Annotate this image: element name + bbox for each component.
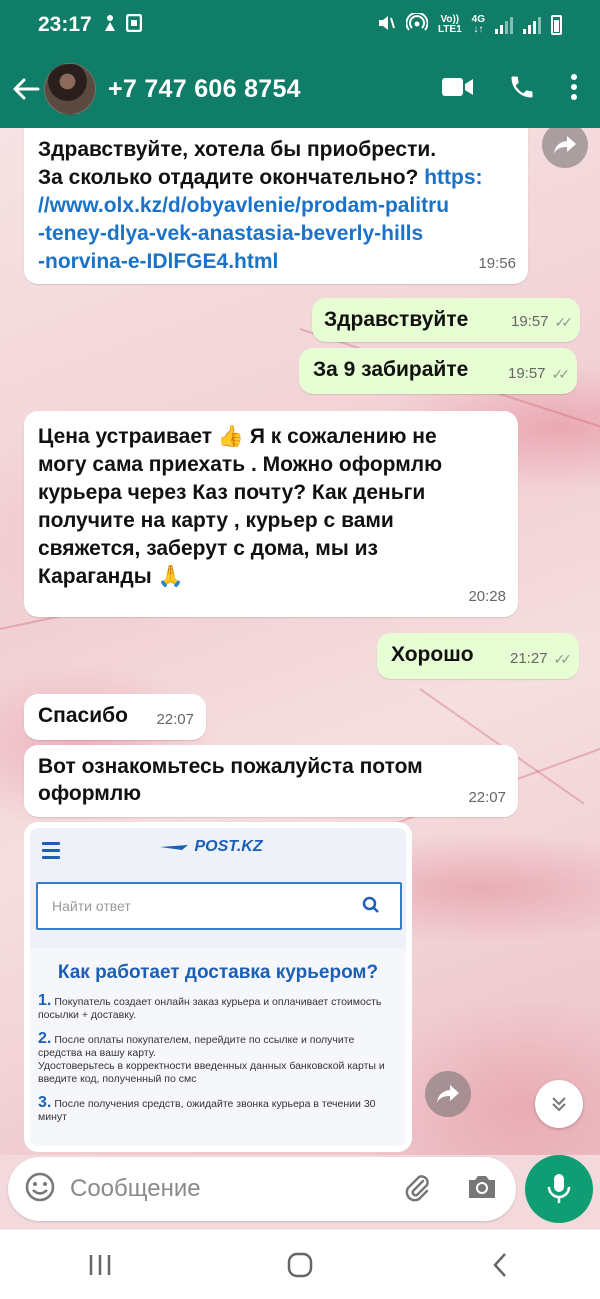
read-ticks-icon: ✓✓ bbox=[551, 366, 571, 382]
message-outgoing[interactable]: За 9 забирайте 19:57 ✓✓ bbox=[299, 348, 577, 394]
message-outgoing[interactable]: Здравствуйте 19:57 ✓✓ bbox=[312, 298, 580, 342]
image-step: 2. После оплаты покупателем, перейдите по… bbox=[38, 1030, 385, 1086]
back-button[interactable] bbox=[6, 69, 46, 109]
message-link[interactable]: https: bbox=[424, 166, 482, 189]
message-composer[interactable]: Сообщение bbox=[8, 1157, 516, 1221]
image-heading: Как работает доставка курьером? bbox=[57, 962, 379, 983]
microphone-icon bbox=[547, 1174, 571, 1203]
forward-icon bbox=[554, 136, 576, 154]
message-text: За 9 забирайте bbox=[313, 358, 469, 381]
paperclip-icon bbox=[405, 1174, 429, 1201]
home-button[interactable] bbox=[270, 1240, 330, 1290]
chat-area[interactable]: Здравствуйте, хотела бы приобрести. За с… bbox=[0, 128, 600, 1155]
emoji-icon bbox=[25, 1172, 55, 1201]
message-text: Здравствуйте, хотела бы приобрести. За с… bbox=[38, 138, 483, 273]
message-text: Спасибо bbox=[38, 704, 128, 727]
message-incoming[interactable]: Цена устраивает 👍 Я к сожалению не могу … bbox=[24, 411, 518, 617]
camera-icon bbox=[469, 1175, 495, 1198]
image-search-box: Найти ответ bbox=[36, 882, 402, 930]
video-call-button[interactable] bbox=[442, 76, 474, 103]
read-ticks-icon: ✓✓ bbox=[554, 314, 574, 330]
status-bar: 23:17 Vo)) LTE1 4G ↓↑ bbox=[0, 0, 600, 50]
search-icon bbox=[362, 896, 380, 917]
image-step: 1. Покупатель создает онлайн заказ курьер… bbox=[38, 992, 382, 1022]
more-options-icon bbox=[571, 73, 577, 100]
phone-call-icon bbox=[511, 76, 533, 97]
video-call-icon bbox=[442, 77, 473, 96]
system-nav-bar bbox=[0, 1229, 600, 1299]
battery-icon bbox=[551, 15, 562, 35]
emoji-button[interactable] bbox=[24, 1171, 56, 1208]
message-time: 20:28 bbox=[468, 588, 506, 605]
forward-button[interactable] bbox=[542, 128, 588, 168]
avatar[interactable] bbox=[44, 63, 96, 115]
chat-header: +7 747 606 8754 bbox=[0, 50, 600, 128]
message-time: 19:57 bbox=[510, 313, 549, 330]
mute-icon bbox=[376, 13, 396, 38]
message-outgoing[interactable]: Хорошо 21:27 ✓✓ bbox=[377, 633, 579, 679]
message-time: 22:07 bbox=[156, 711, 194, 728]
message-text: Цена устраивает 👍 Я к сожалению не могу … bbox=[38, 425, 443, 588]
message-incoming[interactable]: Здравствуйте, хотела бы приобрести. За с… bbox=[24, 128, 528, 284]
image-message[interactable]: POST.KZ Найти ответ Как работает доставк… bbox=[24, 822, 412, 1152]
message-link[interactable]: -norvina-e-IDlFGE4.html bbox=[38, 250, 278, 273]
signal-1-icon bbox=[495, 16, 513, 34]
image-preview[interactable]: POST.KZ Найти ответ Как работает доставк… bbox=[30, 828, 406, 1146]
forward-button[interactable] bbox=[425, 1071, 471, 1117]
message-time: 19:57 bbox=[507, 365, 546, 382]
post-kz-logo: POST.KZ bbox=[160, 838, 263, 856]
contact-name[interactable]: +7 747 606 8754 bbox=[108, 75, 301, 104]
image-step: 3. После получения средств, ожидайте звон… bbox=[38, 1094, 376, 1124]
message-input[interactable]: Сообщение bbox=[70, 1175, 201, 1203]
lte-label: LTE1 bbox=[437, 24, 462, 35]
voice-call-button[interactable] bbox=[508, 73, 536, 106]
status-time: 23:17 bbox=[38, 13, 92, 36]
recent-apps-icon bbox=[89, 1254, 111, 1275]
read-ticks-icon: ✓✓ bbox=[553, 651, 573, 667]
notification-screenshot-icon bbox=[125, 13, 142, 37]
message-incoming[interactable]: Вот ознакомьтесь пожалуйста потом оформл… bbox=[24, 745, 518, 817]
forward-icon bbox=[437, 1085, 459, 1103]
more-options-button[interactable] bbox=[570, 73, 578, 106]
message-link[interactable]: -teney-dlya-vek-anastasia-beverly-hills bbox=[38, 222, 423, 245]
message-text: Здравствуйте bbox=[324, 308, 469, 331]
attach-button[interactable] bbox=[402, 1172, 432, 1207]
message-text: Вот ознакомьтесь пожалуйста потом оформл… bbox=[38, 755, 423, 805]
nav-back-icon bbox=[493, 1252, 506, 1277]
message-time: 22:07 bbox=[468, 789, 506, 806]
camera-button[interactable] bbox=[466, 1173, 498, 1206]
message-time: 19:56 bbox=[478, 255, 516, 272]
message-time: 21:27 bbox=[509, 650, 548, 667]
message-link[interactable]: //www.olx.kz/d/obyavlenie/prodam-palitru bbox=[38, 194, 449, 217]
hotspot-icon bbox=[405, 11, 429, 38]
message-incoming[interactable]: Спасибо 22:07 bbox=[24, 694, 206, 740]
double-chevron-down-icon bbox=[552, 1097, 566, 1112]
recent-apps-button[interactable] bbox=[70, 1240, 130, 1290]
voice-record-button[interactable] bbox=[525, 1155, 593, 1223]
message-text: Хорошо bbox=[391, 643, 474, 666]
back-arrow-icon bbox=[13, 78, 40, 100]
notification-app-icon bbox=[102, 14, 118, 37]
scroll-to-bottom-button[interactable] bbox=[535, 1080, 583, 1128]
nav-back-button[interactable] bbox=[470, 1240, 530, 1290]
signal-2-icon bbox=[523, 16, 541, 34]
hamburger-menu-icon bbox=[42, 842, 60, 863]
home-icon bbox=[287, 1252, 313, 1277]
data-arrows-icon: ↓↑ bbox=[473, 24, 484, 35]
